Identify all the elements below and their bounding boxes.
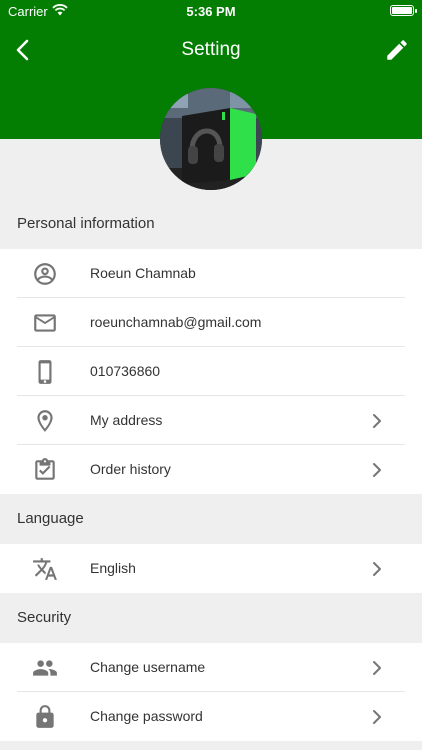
name-value: Roeun Chamnab: [90, 265, 196, 281]
location-pin-icon: [32, 408, 58, 434]
change-password-label: Change password: [90, 708, 203, 724]
chevron-right-icon: [370, 659, 384, 677]
phone-value: 010736860: [90, 363, 161, 379]
account-circle-icon: [32, 261, 58, 287]
language-value: English: [90, 560, 136, 576]
mail-icon: [32, 310, 58, 336]
lock-icon: [32, 704, 58, 730]
chevron-right-icon: [370, 412, 384, 430]
chevron-right-icon: [370, 708, 384, 726]
chevron-right-icon: [370, 560, 384, 578]
translate-icon: [32, 556, 58, 582]
edit-icon[interactable]: [384, 37, 410, 63]
language-group: English: [0, 544, 422, 593]
personal-info-group: Roeun Chamnab roeunchamnab@gmail.com 010…: [0, 249, 422, 494]
status-bar: Carrier 5:36 PM: [0, 0, 422, 22]
clipboard-check-icon: [32, 457, 58, 483]
row-my-address[interactable]: My address: [0, 396, 422, 445]
row-name[interactable]: Roeun Chamnab: [0, 249, 422, 298]
change-username-label: Change username: [90, 659, 206, 675]
people-icon: [32, 655, 58, 681]
row-language[interactable]: English: [0, 544, 422, 593]
phone-icon: [32, 359, 58, 385]
row-change-username[interactable]: Change username: [0, 643, 422, 692]
status-time: 5:36 PM: [186, 4, 236, 19]
row-email[interactable]: roeunchamnab@gmail.com: [0, 298, 422, 347]
section-header-security: Security: [0, 593, 422, 643]
chevron-right-icon: [370, 461, 384, 479]
row-order-history[interactable]: Order history: [0, 445, 422, 494]
row-phone[interactable]: 010736860: [0, 347, 422, 396]
battery-icon: [390, 5, 417, 16]
row-change-password[interactable]: Change password: [0, 692, 422, 741]
email-value: roeunchamnab@gmail.com: [90, 314, 262, 330]
section-header-personal: Personal information: [0, 199, 422, 249]
navigation-bar: Setting: [0, 30, 422, 70]
page-title: Setting: [181, 39, 241, 60]
section-header-language: Language: [0, 494, 422, 544]
my-address-label: My address: [90, 412, 163, 428]
security-group: Change username Change password: [0, 643, 422, 741]
order-history-label: Order history: [90, 461, 171, 477]
profile-avatar[interactable]: [160, 88, 262, 190]
